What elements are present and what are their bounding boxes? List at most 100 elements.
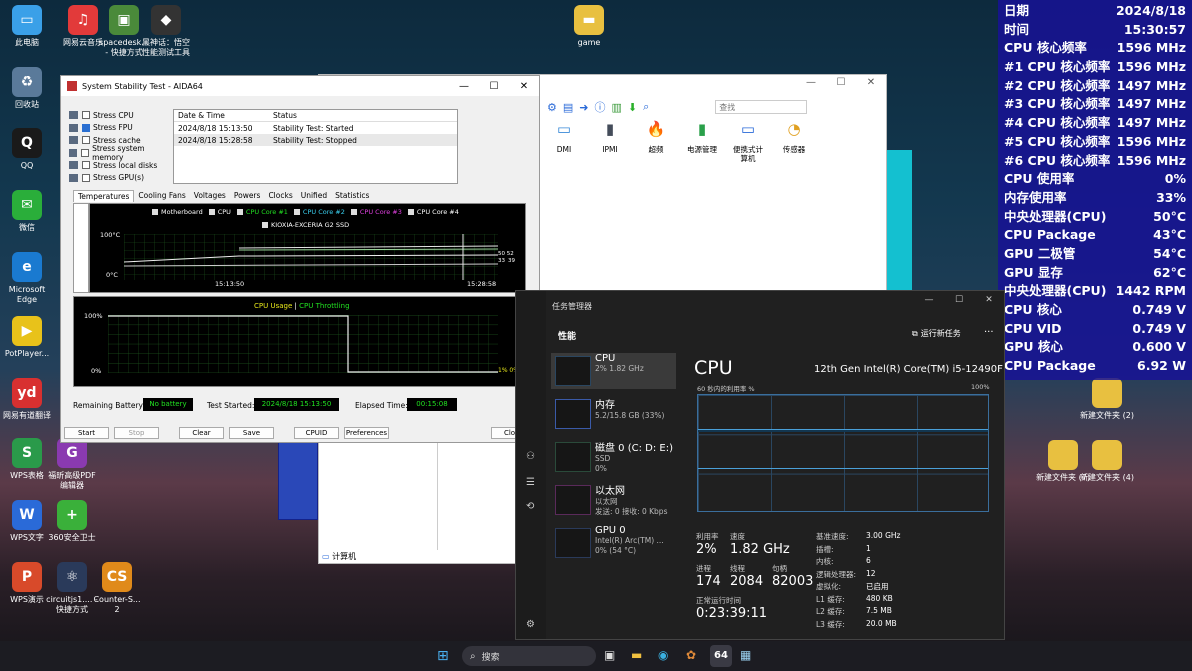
tab-voltages[interactable]: Voltages: [190, 190, 230, 202]
stress-option[interactable]: Stress CPU: [61, 109, 173, 122]
down-arrow-icon[interactable]: ⬇: [628, 101, 637, 114]
maximize-icon[interactable]: ☐: [826, 75, 856, 95]
taskbar-search[interactable]: ⌕ 搜索: [462, 646, 596, 666]
clear-button[interactable]: Clear: [179, 427, 224, 439]
toolbar-icon[interactable]: ⚙: [547, 101, 557, 114]
tab-temperatures[interactable]: Temperatures: [73, 190, 135, 202]
stress-option[interactable]: Stress FPU: [61, 122, 173, 135]
explorer-item[interactable]: ▮ IPMI: [593, 122, 627, 163]
stress-checkbox[interactable]: [81, 148, 90, 157]
legend-item[interactable]: CPU Core #2: [293, 208, 345, 216]
maximize-icon[interactable]: ☐: [479, 81, 509, 92]
graph-scrollbar[interactable]: [73, 203, 89, 293]
explorer-item[interactable]: ◔ 传感器: [777, 122, 811, 163]
desktop-icon[interactable]: 新建文件夹 (4): [1080, 440, 1134, 483]
run-task-button[interactable]: ⧉ 运行新任务: [912, 328, 961, 339]
table-row[interactable]: 2024/8/18 15:28:58 Stability Test: Stoppe…: [174, 134, 457, 146]
tab-clocks[interactable]: Clocks: [264, 190, 296, 202]
stress-checkbox[interactable]: [82, 111, 90, 120]
services-icon[interactable]: ⟲: [526, 501, 534, 512]
legend-checkbox[interactable]: [407, 209, 414, 215]
toolbar-icon[interactable]: ▥: [612, 101, 622, 114]
aida64-stability-window[interactable]: System Stability Test - AIDA64 — ☐ ✕ Str…: [60, 75, 540, 443]
desktop-icon[interactable]: ✉ 微信: [0, 190, 54, 233]
stop-button[interactable]: Stop: [114, 427, 159, 439]
maximize-icon[interactable]: ☐: [944, 291, 974, 309]
browser-icon[interactable]: ✿: [686, 648, 696, 662]
stress-checkbox[interactable]: [82, 123, 90, 132]
legend-checkbox[interactable]: [152, 209, 158, 215]
desktop-icon[interactable]: G 福昕高级PDF 编辑器: [45, 438, 99, 491]
close-icon[interactable]: ✕: [856, 75, 886, 95]
task-view-icon[interactable]: ▣: [604, 648, 615, 662]
sensor-label: CPU 核心: [1004, 302, 1062, 317]
legend-item[interactable]: CPU: [208, 208, 231, 216]
desktop-icon[interactable]: ▭ 此电脑: [0, 5, 54, 48]
perf-item[interactable]: 以太网 以太网 发送: 0 接收: 0 Kbps: [551, 482, 676, 518]
perf-item[interactable]: 磁盘 0 (C: D: E:) SSD 0%: [551, 439, 676, 475]
toolbar-icon[interactable]: ▤: [563, 101, 573, 114]
desktop-icon[interactable]: Q QQ: [0, 128, 54, 171]
perf-item[interactable]: 内存 5.2/15.8 GB (33%): [551, 396, 676, 432]
legend-checkbox[interactable]: [293, 209, 300, 215]
legend-item[interactable]: CPU Core #1: [236, 208, 288, 216]
perf-item[interactable]: GPU 0 Intel(R) Arc(TM) ... 0% (54 °C): [551, 525, 676, 561]
explorer-item[interactable]: ▭ 便携式计算机: [731, 122, 765, 164]
desktop-icon[interactable]: yd 网易有道翻译: [0, 378, 54, 421]
tab-cooling-fans[interactable]: Cooling Fans: [134, 190, 189, 202]
task-manager-window[interactable]: 任务管理器 — ☐ ✕ ⚇ ☰ ⟲ ⚙ 性能 ⧉ 运行新任务 ··· CPU 2%…: [515, 290, 1005, 640]
tab-unified[interactable]: Unified: [297, 190, 331, 202]
desktop-icon[interactable]: ♻ 回收站: [0, 67, 54, 110]
edge-icon[interactable]: ◉: [658, 648, 668, 662]
stress-option[interactable]: Stress local disks: [61, 159, 173, 172]
minimize-icon[interactable]: —: [796, 75, 826, 95]
close-icon[interactable]: ✕: [974, 291, 1004, 309]
stress-checkbox[interactable]: [82, 136, 90, 145]
aida-titlebar[interactable]: System Stability Test - AIDA64 — ☐ ✕: [61, 76, 539, 96]
start-button[interactable]: Start: [64, 427, 109, 439]
legend-checkbox[interactable]: [236, 209, 243, 215]
stress-option[interactable]: Stress GPU(s): [61, 172, 173, 185]
desktop-icon[interactable]: +360安全卫士: [45, 500, 99, 543]
close-icon[interactable]: ✕: [509, 81, 539, 92]
tab-powers[interactable]: Powers: [230, 190, 265, 202]
minimize-icon[interactable]: —: [449, 81, 479, 92]
toolbar-icon[interactable]: ➜: [579, 101, 588, 114]
cpuid-button[interactable]: CPUID: [294, 427, 339, 439]
info-icon[interactable]: ⓘ: [595, 99, 606, 115]
desktop-icon[interactable]: ▶ PotPlayer...: [0, 316, 54, 359]
table-row[interactable]: 2024/8/18 15:13:50 Stability Test: Starte…: [174, 122, 457, 134]
save-button[interactable]: Save: [229, 427, 274, 439]
legend-checkbox[interactable]: [208, 209, 215, 215]
legend-item[interactable]: CPU Core #3: [350, 208, 402, 216]
legend-checkbox[interactable]: [350, 209, 357, 215]
settings-icon[interactable]: ⚙: [526, 619, 535, 630]
explorer-item[interactable]: 🔥 超频: [639, 122, 673, 163]
more-options-icon[interactable]: ···: [984, 327, 994, 338]
stress-checkbox[interactable]: [82, 173, 90, 182]
preferences-button[interactable]: Preferences: [344, 427, 389, 439]
details-icon[interactable]: ☰: [526, 477, 535, 488]
tab-statistics[interactable]: Statistics: [331, 190, 373, 202]
file-explorer-icon[interactable]: ▬: [631, 648, 642, 662]
users-icon[interactable]: ⚇: [526, 451, 535, 462]
stress-checkbox[interactable]: [82, 161, 90, 170]
legend-checkbox[interactable]: [262, 222, 268, 228]
explorer-search-input[interactable]: [715, 100, 808, 114]
start-icon[interactable]: ⊞: [437, 648, 449, 664]
perf-item[interactable]: CPU 2% 1.82 GHz: [551, 353, 676, 389]
explorer-item[interactable]: ▭ DMI: [547, 122, 581, 163]
desktop-icon[interactable]: CS Counter-S... 2: [90, 562, 144, 615]
minimize-icon[interactable]: —: [914, 291, 944, 309]
legend-item[interactable]: Motherboard: [152, 208, 203, 216]
search-icon[interactable]: ⌕: [643, 100, 649, 114]
aida64-taskbar-icon[interactable]: 64: [710, 645, 732, 667]
desktop-icon[interactable]: e Microsoft Edge: [0, 252, 54, 305]
desktop-icon[interactable]: ▬ game: [562, 5, 616, 48]
stress-option[interactable]: Stress system memory: [61, 144, 173, 162]
legend-item[interactable]: CPU Core #4: [407, 208, 459, 216]
task-manager-icon[interactable]: ▦: [740, 648, 751, 662]
desktop-icon[interactable]: 新建文件夹 (2): [1080, 378, 1134, 421]
desktop-icon[interactable]: ◆ 黑神话：悟空 性能测试工具: [139, 5, 193, 58]
explorer-item[interactable]: ▮ 电源管理: [685, 122, 719, 163]
